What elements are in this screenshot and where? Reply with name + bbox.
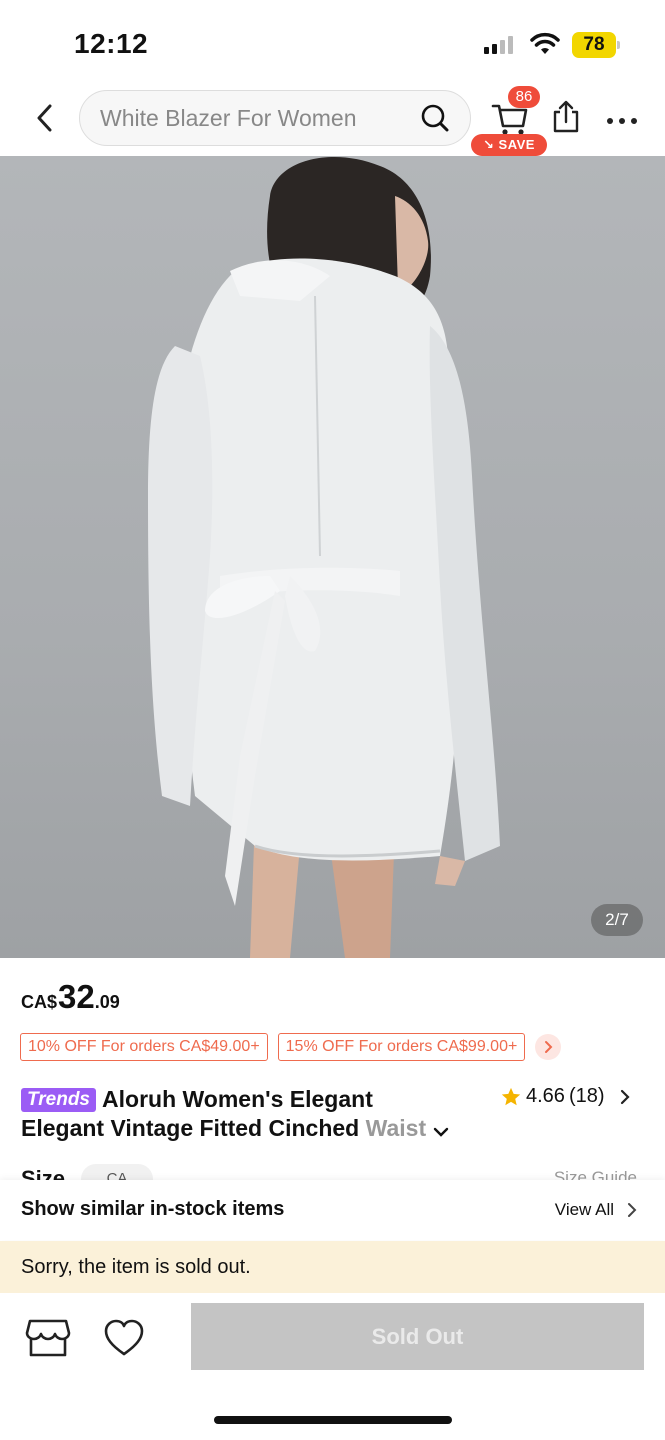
title-line-1: Aloruh Women's Elegant bbox=[102, 1086, 373, 1112]
more-dots-icon bbox=[607, 118, 637, 124]
share-icon bbox=[553, 100, 579, 133]
product-photo bbox=[148, 157, 500, 958]
chevron-right-icon bbox=[628, 1203, 637, 1217]
coupon-chip[interactable]: 10% OFF For orders CA$49.00+ bbox=[20, 1033, 268, 1061]
coupon-chip[interactable]: 15% OFF For orders CA$99.00+ bbox=[277, 1033, 526, 1061]
status-bar: 12:12 78 bbox=[0, 0, 665, 80]
product-image-gallery[interactable]: 2/7 bbox=[0, 156, 665, 958]
rating-value: 4.66 bbox=[526, 1085, 565, 1107]
back-button[interactable] bbox=[30, 102, 58, 134]
title-truncated: Waist bbox=[365, 1115, 427, 1141]
status-time: 12:12 bbox=[74, 28, 149, 59]
price-currency: CA$ bbox=[21, 992, 58, 1012]
heart-icon bbox=[104, 1319, 144, 1356]
product-title[interactable]: Trends Aloruh Women's Elegant Elegant Vin… bbox=[21, 1085, 481, 1143]
view-all-link[interactable]: View All bbox=[555, 1200, 637, 1220]
similar-items-bar[interactable]: Show similar in-stock items View All bbox=[0, 1180, 665, 1240]
top-nav: White Blazer For Women 86 ↘ SAVE bbox=[0, 80, 665, 156]
chevron-right-icon bbox=[620, 1089, 630, 1104]
wifi-icon bbox=[530, 32, 560, 54]
wishlist-button[interactable] bbox=[100, 1314, 148, 1362]
search-input[interactable]: White Blazer For Women bbox=[79, 90, 471, 146]
size-region-select[interactable]: CA bbox=[81, 1164, 153, 1180]
trend-down-icon: ↘ bbox=[483, 137, 495, 152]
chevron-left-icon bbox=[37, 104, 52, 132]
chevron-right-icon bbox=[545, 1041, 553, 1053]
search-icon[interactable] bbox=[420, 103, 450, 133]
save-badge: ↘ SAVE bbox=[471, 134, 547, 156]
view-all-label: View All bbox=[554, 1200, 614, 1219]
coupon-row[interactable]: 10% OFF For orders CA$49.00+ 15% OFF For… bbox=[20, 1033, 562, 1061]
chevron-down-icon[interactable] bbox=[433, 1126, 449, 1138]
battery-icon: 78 bbox=[572, 32, 620, 58]
size-guide-link[interactable]: Size Guide bbox=[554, 1168, 637, 1180]
sold-out-message: Sorry, the item is sold out. bbox=[21, 1256, 251, 1278]
save-label: SAVE bbox=[498, 137, 535, 152]
cart-count-badge: 86 bbox=[508, 86, 540, 108]
coupons-more-button[interactable] bbox=[535, 1034, 562, 1060]
similar-items-label: Show similar in-stock items bbox=[21, 1198, 285, 1220]
more-button[interactable] bbox=[606, 110, 638, 126]
sold-out-button[interactable]: Sold Out bbox=[191, 1303, 644, 1370]
trends-tag: Trends bbox=[21, 1088, 97, 1112]
battery-level: 78 bbox=[572, 32, 616, 58]
price-decimal: .09 bbox=[94, 992, 120, 1012]
rating-summary[interactable]: 4.66 (18) bbox=[500, 1085, 631, 1108]
store-icon bbox=[25, 1319, 71, 1357]
page-indicator: 2/7 bbox=[591, 904, 643, 936]
star-icon bbox=[501, 1087, 521, 1105]
product-price: CA$ 32 .09 bbox=[21, 978, 120, 1016]
cellular-signal-icon bbox=[484, 36, 513, 54]
home-indicator[interactable] bbox=[214, 1416, 452, 1424]
size-row: Size CA Size Guide bbox=[21, 1164, 645, 1180]
sold-out-notice: Sorry, the item is sold out. bbox=[0, 1241, 665, 1293]
size-label: Size bbox=[21, 1166, 66, 1180]
share-button[interactable] bbox=[550, 100, 582, 139]
title-line-2: Elegant Vintage Fitted Cinched bbox=[21, 1115, 366, 1141]
price-integer: 32 bbox=[58, 978, 95, 1015]
review-count: (18) bbox=[568, 1085, 605, 1107]
store-button[interactable] bbox=[24, 1314, 72, 1362]
bottom-action-bar: Sold Out bbox=[0, 1294, 665, 1440]
search-placeholder: White Blazer For Women bbox=[100, 105, 357, 131]
